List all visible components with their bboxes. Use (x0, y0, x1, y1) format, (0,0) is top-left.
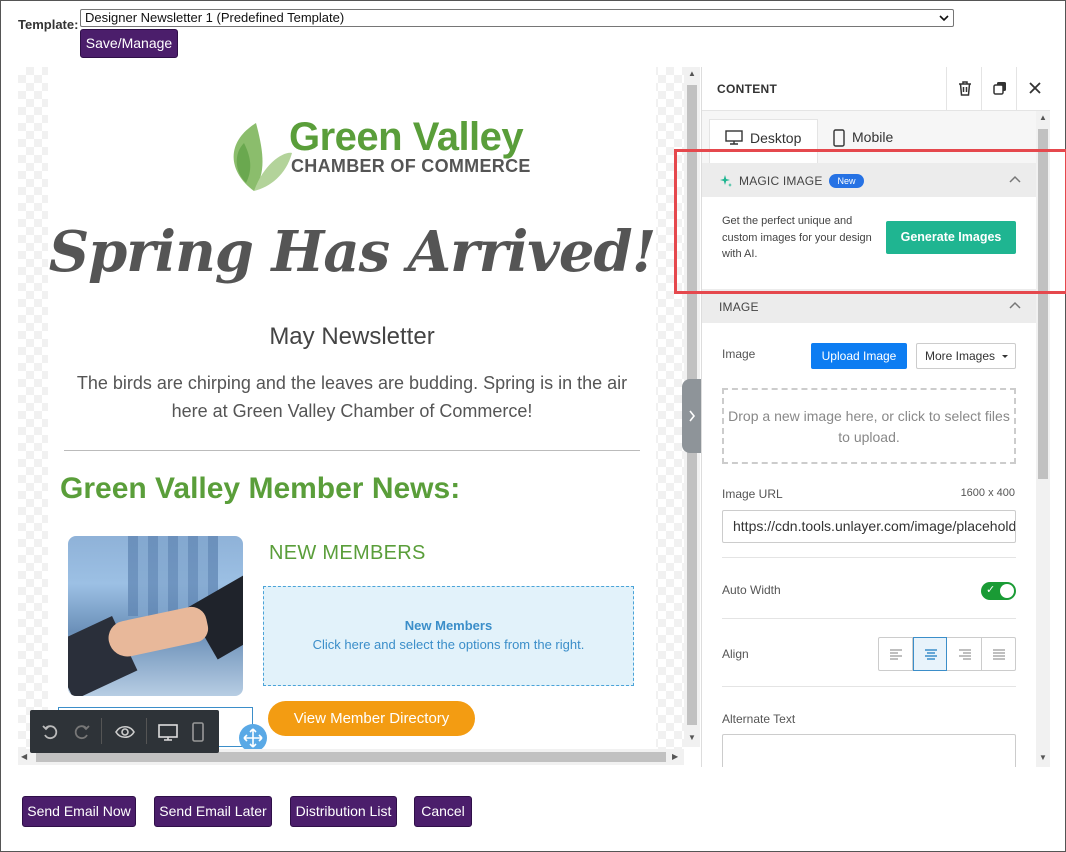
divider (722, 686, 1016, 687)
check-icon: ✓ (986, 584, 996, 596)
cancel-button[interactable]: Cancel (414, 796, 472, 827)
handshake-image[interactable] (68, 536, 243, 696)
email-body: Green Valley CHAMBER OF COMMERCE Spring … (48, 67, 656, 765)
trash-icon (959, 81, 971, 96)
highlight-box (674, 149, 1066, 294)
chevron-down-icon (939, 15, 949, 22)
send-email-later-button[interactable]: Send Email Later (154, 796, 272, 827)
image-section-header[interactable]: IMAGE (702, 289, 1039, 323)
more-images-dropdown[interactable]: More Images (916, 343, 1016, 369)
chevron-right-icon (689, 410, 696, 422)
leaf-logo-icon (233, 123, 292, 191)
auto-width-toggle[interactable]: ✓ (981, 582, 1016, 600)
align-left-icon (890, 649, 902, 660)
intro-paragraph[interactable]: The birds are chirping and the leaves ar… (68, 369, 636, 425)
logo-subtitle: CHAMBER OF COMMERCE (291, 156, 531, 176)
close-icon (1029, 82, 1041, 94)
mobile-view-icon[interactable] (187, 721, 209, 743)
align-right-button[interactable] (948, 638, 982, 670)
panel-header: CONTENT (702, 67, 1050, 111)
image-dimensions: 1600 x 400 (960, 487, 1015, 499)
new-members-placeholder[interactable]: New Members Click here and select the op… (263, 586, 634, 686)
align-label: Align (722, 647, 749, 661)
mobile-icon (833, 129, 845, 147)
save-manage-button[interactable]: Save/Manage (80, 29, 178, 58)
alternate-text-input[interactable] (722, 734, 1016, 767)
delete-button[interactable] (946, 67, 981, 111)
redo-icon[interactable] (70, 721, 92, 743)
tab-mobile-label: Mobile (852, 129, 894, 145)
duplicate-button[interactable] (981, 67, 1016, 111)
align-left-button[interactable] (879, 638, 913, 670)
divider (722, 557, 1016, 558)
placeholder-text: Click here and select the options from t… (312, 637, 585, 652)
desktop-icon (725, 130, 743, 145)
email-canvas[interactable]: Green Valley CHAMBER OF COMMERCE Spring … (18, 67, 684, 765)
template-select[interactable]: Designer Newsletter 1 (Predefined Templa… (80, 9, 954, 27)
logo-title: Green Valley (289, 115, 524, 159)
newsletter-subhead[interactable]: May Newsletter (48, 323, 656, 351)
align-center-icon (925, 649, 937, 660)
template-label: Template: (18, 17, 79, 32)
logo[interactable]: Green Valley CHAMBER OF COMMERCE (224, 113, 564, 193)
headline[interactable]: Spring Has Arrived! (48, 219, 657, 285)
desktop-view-icon[interactable] (157, 721, 179, 743)
close-button[interactable] (1016, 67, 1050, 111)
image-url-input[interactable]: https://cdn.tools.unlayer.com/image/plac… (722, 510, 1016, 543)
caret-down-icon (1002, 355, 1008, 358)
image-section-label: IMAGE (719, 300, 759, 314)
distribution-list-button[interactable]: Distribution List (290, 796, 397, 827)
new-members-heading[interactable]: NEW MEMBERS (269, 542, 426, 565)
canvas-toolbar (30, 710, 219, 753)
view-member-directory-button[interactable]: View Member Directory (268, 701, 475, 736)
image-drop-zone[interactable]: Drop a new image here, or click to selec… (722, 388, 1016, 464)
align-justify-icon (993, 649, 1005, 660)
member-news-title[interactable]: Green Valley Member News: (60, 472, 460, 506)
alternate-text-label: Alternate Text (722, 712, 796, 726)
more-images-label: More Images (925, 349, 996, 363)
panel-collapse-tab[interactable] (682, 379, 702, 453)
send-email-now-button[interactable]: Send Email Now (22, 796, 136, 827)
divider (722, 618, 1016, 619)
align-justify-button[interactable] (982, 638, 1016, 670)
placeholder-title: New Members (404, 618, 493, 633)
divider (64, 450, 640, 451)
template-select-value: Designer Newsletter 1 (Predefined Templa… (85, 10, 345, 25)
move-icon (243, 728, 263, 748)
upload-image-button[interactable]: Upload Image (811, 343, 907, 369)
align-center-button[interactable] (913, 637, 947, 671)
align-button-group (878, 637, 1016, 671)
tab-desktop-label: Desktop (750, 130, 802, 146)
panel-title: CONTENT (717, 82, 778, 96)
image-label: Image (722, 347, 756, 361)
duplicate-icon (993, 82, 1006, 95)
app-window: Template: Designer Newsletter 1 (Predefi… (0, 0, 1066, 852)
move-handle[interactable] (239, 724, 267, 752)
align-right-icon (959, 649, 971, 660)
chevron-up-icon (1009, 301, 1021, 309)
auto-width-label: Auto Width (722, 583, 781, 597)
image-url-label: Image URL (722, 487, 783, 501)
undo-icon[interactable] (40, 721, 62, 743)
preview-eye-icon[interactable] (114, 721, 136, 743)
